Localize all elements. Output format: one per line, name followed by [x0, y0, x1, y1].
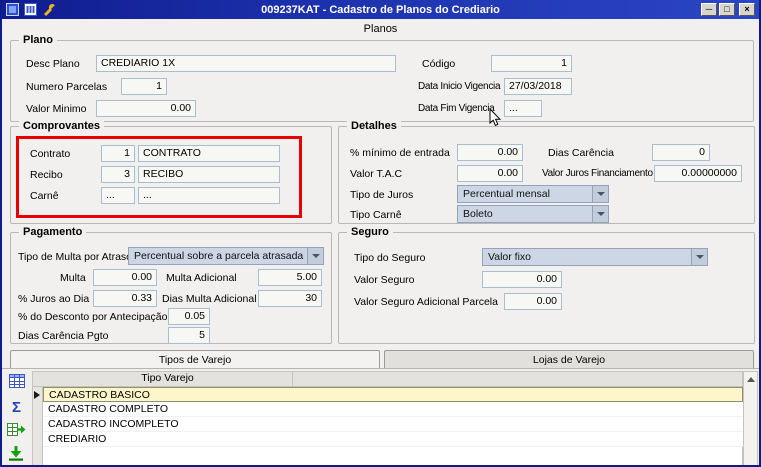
arrow-down-icon: [9, 446, 23, 461]
data-fim-label: Data Fim Vigencia: [418, 103, 495, 114]
multa-adicional-label: Multa Adicional: [166, 272, 237, 284]
table-row[interactable]: CADASTRO COMPLETO: [43, 402, 743, 417]
app-window: 009237KAT - Cadastro de Planos do Credia…: [0, 0, 761, 467]
valor-tac-label: Valor T.A.C: [350, 168, 403, 180]
sum-button[interactable]: Σ: [12, 399, 32, 417]
group-pagamento-legend: Pagamento: [19, 226, 87, 238]
table-row[interactable]: CADASTRO BASICO: [43, 387, 743, 402]
desc-plano-field[interactable]: CREDIARIO 1X: [96, 55, 396, 72]
codigo-field[interactable]: 1: [491, 55, 572, 72]
export-button[interactable]: [7, 422, 27, 440]
grid-icon: [9, 374, 25, 388]
scroll-up-icon: [747, 377, 755, 382]
sigma-icon: Σ: [12, 399, 22, 416]
valor-seguro-adicional-field[interactable]: 0.00: [504, 293, 562, 310]
minimize-button[interactable]: ─: [701, 3, 717, 16]
chevron-down-icon[interactable]: [592, 186, 608, 202]
tipo-juros-label: Tipo de Juros: [350, 189, 414, 201]
multa-field[interactable]: 0.00: [93, 269, 157, 286]
tipo-carne-value: Boleto: [463, 208, 493, 220]
valor-minimo-label: Valor Minimo: [26, 103, 87, 115]
titlebar[interactable]: 009237KAT - Cadastro de Planos do Credia…: [2, 0, 759, 19]
valor-minimo-field[interactable]: 0.00: [96, 100, 196, 117]
chevron-down-icon[interactable]: [307, 248, 323, 264]
chevron-down-icon[interactable]: [592, 206, 608, 222]
juros-dia-label: % Juros ao Dia: [18, 293, 90, 305]
tipo-multa-label: Tipo de Multa por Atraso: [18, 251, 133, 263]
table-row[interactable]: CREDIARIO: [43, 432, 743, 447]
page-tab-planos[interactable]: Planos: [2, 23, 759, 35]
group-comprovantes-legend: Comprovantes: [19, 120, 105, 132]
valor-seguro-label: Valor Seguro: [354, 274, 415, 286]
grid-view-button[interactable]: [9, 374, 29, 392]
codigo-label: Código: [422, 58, 456, 70]
carne-desc-field[interactable]: ...: [138, 187, 280, 204]
vertical-scrollbar[interactable]: [743, 371, 758, 465]
close-button[interactable]: ×: [739, 3, 755, 16]
numero-parcelas-label: Numero Parcelas: [26, 81, 108, 93]
recibo-label: Recibo: [30, 169, 63, 181]
carne-label: Carnê: [30, 190, 59, 202]
row-indicator-column: [32, 387, 43, 465]
tipo-carne-label: Tipo Carnê: [350, 209, 402, 221]
tipo-juros-combo[interactable]: Percentual mensal: [457, 185, 609, 203]
group-seguro-legend: Seguro: [347, 226, 393, 238]
selected-row-marker-icon: [34, 391, 40, 399]
data-inicio-label: Data Inicio Vigencia: [418, 81, 501, 92]
table-header-tipo-varejo[interactable]: Tipo Varejo: [43, 371, 293, 387]
valor-juros-financiamento-label: Valor Juros Financiamento: [542, 168, 653, 179]
export-grid-icon: [7, 423, 26, 436]
numero-parcelas-field[interactable]: 1: [121, 78, 167, 95]
desc-plano-label: Desc Plano: [26, 58, 80, 70]
contrato-desc-field[interactable]: CONTRATO: [138, 145, 280, 162]
tab-lojas-de-varejo[interactable]: Lojas de Varejo: [384, 350, 754, 369]
tipo-seguro-label: Tipo do Seguro: [354, 252, 426, 264]
carne-code-field[interactable]: ...: [101, 187, 135, 204]
export-down-button[interactable]: [8, 446, 28, 464]
columns-icon[interactable]: [24, 3, 38, 17]
tipo-multa-value: Percentual sobre a parcela atrasada: [134, 250, 304, 262]
dias-carencia-label: Dias Carência: [548, 147, 614, 159]
multa-adicional-field[interactable]: 5.00: [258, 269, 322, 286]
valor-seguro-adicional-label: Valor Seguro Adicional Parcela: [354, 296, 498, 308]
chevron-down-icon[interactable]: [691, 249, 707, 265]
dias-carencia-pgto-label: Dias Carência Pgto: [18, 330, 109, 342]
tab-divider: [2, 368, 759, 369]
desconto-antecipacao-field[interactable]: 0.05: [168, 308, 210, 325]
tipo-juros-value: Percentual mensal: [463, 188, 550, 200]
minimo-entrada-field[interactable]: 0.00: [457, 144, 523, 161]
contrato-code-field[interactable]: 1: [101, 145, 135, 162]
dias-multa-adicional-label: Dias Multa Adicional: [162, 293, 257, 305]
group-plano-legend: Plano: [19, 34, 57, 46]
tab-tipos-de-varejo[interactable]: Tipos de Varejo: [10, 350, 380, 369]
contrato-label: Contrato: [30, 148, 71, 160]
system-menu-icon[interactable]: [6, 3, 20, 17]
dias-multa-adicional-field[interactable]: 30: [258, 290, 322, 307]
dias-carencia-pgto-field[interactable]: 5: [168, 327, 210, 344]
scroll-up-button[interactable]: [744, 372, 757, 386]
table-row[interactable]: CADASTRO INCOMPLETO: [43, 417, 743, 432]
valor-tac-field[interactable]: 0.00: [457, 165, 523, 182]
desconto-antecipacao-label: % do Desconto por Antecipação: [18, 311, 168, 323]
recibo-code-field[interactable]: 3: [101, 166, 135, 183]
valor-seguro-field[interactable]: 0.00: [482, 271, 562, 288]
juros-dia-field[interactable]: 0.33: [93, 290, 157, 307]
tipo-seguro-value: Valor fixo: [488, 251, 531, 263]
tipo-multa-combo[interactable]: Percentual sobre a parcela atrasada: [128, 247, 324, 265]
dias-carencia-field[interactable]: 0: [652, 144, 710, 161]
window-title: 009237KAT - Cadastro de Planos do Credia…: [261, 3, 500, 16]
valor-juros-financiamento-field[interactable]: 0.00000000: [654, 165, 742, 182]
wrench-icon[interactable]: [43, 3, 57, 17]
tipo-carne-combo[interactable]: Boleto: [457, 205, 609, 223]
multa-label: Multa: [60, 272, 86, 284]
group-detalhes-legend: Detalhes: [347, 120, 401, 132]
maximize-button[interactable]: □: [719, 3, 735, 16]
minimo-entrada-label: % mínimo de entrada: [350, 147, 450, 159]
data-inicio-field[interactable]: 27/03/2018: [504, 78, 572, 95]
recibo-desc-field[interactable]: RECIBO: [138, 166, 280, 183]
tipo-seguro-combo[interactable]: Valor fixo: [482, 248, 708, 266]
data-fim-field[interactable]: ...: [504, 100, 542, 117]
